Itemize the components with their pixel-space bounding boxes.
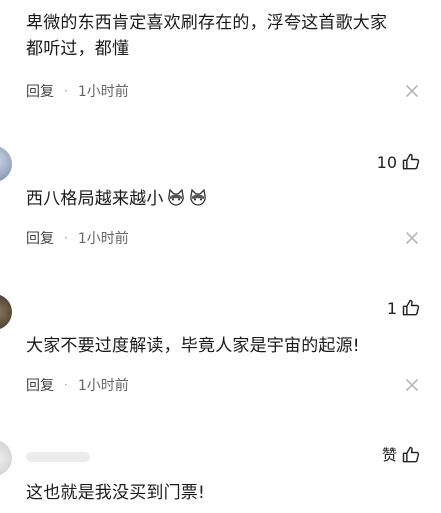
- thumbs-up-icon: [401, 445, 421, 465]
- comment-meta: 回复 · 1小时前: [26, 228, 129, 248]
- separator-dot: ·: [64, 84, 68, 98]
- avatar[interactable]: [0, 440, 12, 476]
- like-count: 10: [376, 152, 397, 172]
- reply-button[interactable]: 回复: [26, 81, 54, 101]
- cat-face-emoji: [166, 188, 210, 208]
- like-button[interactable]: 10: [377, 152, 421, 172]
- separator-dot: ·: [64, 378, 68, 392]
- comment-text: 大家不要过度解读，毕竟人家是宇宙的起源!: [26, 336, 360, 356]
- close-icon[interactable]: [405, 231, 419, 245]
- separator-dot: ·: [64, 231, 68, 245]
- comment-meta: 回复 · 1小时前: [26, 81, 129, 101]
- avatar[interactable]: [0, 294, 12, 330]
- like-button[interactable]: 1: [387, 298, 421, 318]
- username-blurred: [26, 452, 90, 462]
- comment-text: 这也就是我没买到门票!: [26, 483, 206, 503]
- close-icon[interactable]: [405, 84, 419, 98]
- avatar[interactable]: [0, 146, 12, 182]
- like-button[interactable]: 赞: [382, 444, 421, 465]
- comment-text: 西八格局越来越小: [26, 186, 210, 212]
- thumbs-up-icon: [401, 152, 421, 172]
- reply-button[interactable]: 回复: [26, 228, 54, 248]
- thumbs-up-icon: [401, 298, 421, 318]
- reply-button[interactable]: 回复: [26, 375, 54, 395]
- comment-time: 1小时前: [77, 84, 129, 100]
- like-count: 1: [386, 298, 397, 318]
- comment-meta: 回复 · 1小时前: [26, 375, 129, 395]
- like-label: 赞: [381, 446, 397, 464]
- comment-time: 1小时前: [77, 378, 129, 394]
- comment-time: 1小时前: [77, 231, 129, 247]
- comment-text: 卑微的东西肯定喜欢刷存在的，浮夸这首歌大家 都听过，都懂: [26, 13, 388, 59]
- close-icon[interactable]: [405, 378, 419, 392]
